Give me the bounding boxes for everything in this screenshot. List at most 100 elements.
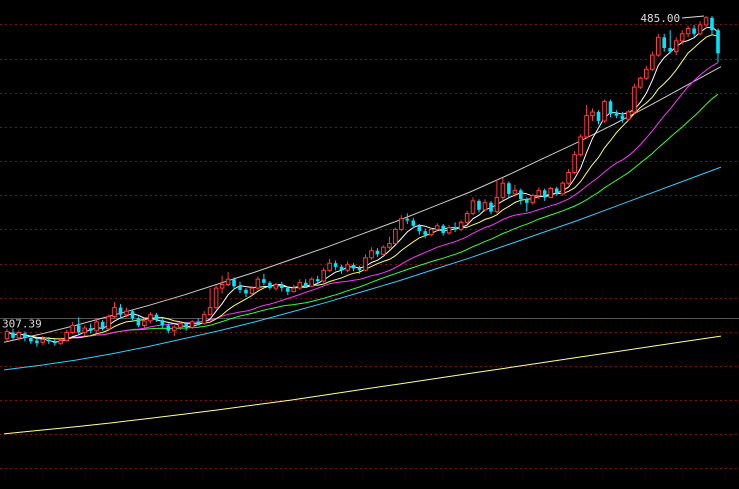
candle xyxy=(716,28,720,63)
candle xyxy=(76,317,81,335)
candle xyxy=(428,227,434,237)
candle xyxy=(584,104,589,139)
candle xyxy=(112,302,117,319)
candle xyxy=(100,320,105,331)
candle xyxy=(88,323,93,334)
candle-body xyxy=(29,337,33,342)
candle-body xyxy=(268,282,272,288)
candle-body xyxy=(692,28,696,34)
candle-body xyxy=(4,331,10,340)
candle-body xyxy=(219,284,225,289)
candle-body xyxy=(178,323,183,328)
candle xyxy=(548,186,554,199)
candle-body xyxy=(58,340,64,344)
candle-body xyxy=(662,37,666,48)
candle-layer xyxy=(4,16,720,347)
candle xyxy=(692,24,696,37)
candle-body xyxy=(172,326,177,332)
candle-body xyxy=(321,269,326,282)
candle-body xyxy=(286,288,290,292)
candle-body xyxy=(76,325,81,333)
candle-body xyxy=(614,113,619,116)
candle-body xyxy=(124,310,129,316)
candle-body xyxy=(112,307,117,318)
candle-body xyxy=(184,323,188,328)
candle xyxy=(172,325,177,337)
annotation-layer: 485.00 307.39 xyxy=(2,12,705,331)
ma5-line xyxy=(6,26,719,343)
candle xyxy=(268,281,272,290)
candle xyxy=(280,281,284,292)
candle-body xyxy=(477,200,481,210)
candle-body xyxy=(255,278,261,289)
candle-body xyxy=(494,196,500,213)
candle xyxy=(262,273,266,286)
candle xyxy=(560,181,566,196)
candle-body xyxy=(512,189,518,195)
candle xyxy=(542,188,547,201)
candle-body xyxy=(47,339,51,342)
candle-body xyxy=(507,183,511,194)
candle xyxy=(446,224,452,235)
candle xyxy=(405,213,410,225)
candle-body xyxy=(196,321,200,324)
candle xyxy=(477,199,481,213)
candle xyxy=(685,25,691,38)
candle xyxy=(297,279,303,290)
candle xyxy=(148,312,153,324)
candle xyxy=(106,314,111,330)
candle-body xyxy=(470,200,476,214)
candle xyxy=(710,16,714,36)
candle xyxy=(489,200,493,215)
candle-body xyxy=(11,332,15,338)
candle-body xyxy=(351,264,356,269)
candle-body xyxy=(554,188,559,194)
high-price-label: 485.00 xyxy=(640,12,680,25)
candle-body xyxy=(249,287,255,294)
candle-body xyxy=(405,218,410,221)
candle xyxy=(369,247,374,260)
candle xyxy=(82,325,88,337)
candle-body xyxy=(40,339,46,343)
candle xyxy=(64,329,70,342)
candle-body xyxy=(590,111,595,117)
candle-body xyxy=(88,328,93,331)
candle xyxy=(387,236,392,249)
candle-body xyxy=(656,36,661,56)
candle-body xyxy=(375,250,380,255)
candle-body xyxy=(679,33,685,42)
candle xyxy=(219,275,225,294)
candle-body xyxy=(381,246,386,255)
candle-body xyxy=(387,243,392,248)
candle-body xyxy=(542,190,547,198)
low-price-label: 307.39 xyxy=(2,318,42,331)
candle-body xyxy=(303,282,308,287)
candle-body xyxy=(548,188,554,198)
candle xyxy=(697,21,703,36)
candle xyxy=(35,337,39,347)
candle-body xyxy=(566,172,571,184)
candle xyxy=(327,258,332,273)
candle-body xyxy=(238,286,242,290)
candle-body xyxy=(536,189,542,197)
candle xyxy=(118,304,123,319)
candle-body xyxy=(458,221,464,230)
ma10-line xyxy=(6,34,719,340)
candle xyxy=(644,65,649,80)
candle-body xyxy=(207,307,213,316)
candle-body xyxy=(441,225,445,233)
candle-body xyxy=(644,68,649,79)
candle xyxy=(23,331,27,342)
ma250-line xyxy=(3,335,722,435)
candle xyxy=(441,224,445,236)
candle-body xyxy=(345,264,350,271)
candle-body xyxy=(142,320,147,326)
candle xyxy=(201,311,207,325)
candle-body xyxy=(428,228,434,236)
candle-body xyxy=(417,225,422,232)
candle-body xyxy=(273,284,279,289)
candle-body xyxy=(519,190,523,200)
candle xyxy=(375,248,380,257)
candle xyxy=(596,110,601,125)
candle-body xyxy=(309,278,314,287)
